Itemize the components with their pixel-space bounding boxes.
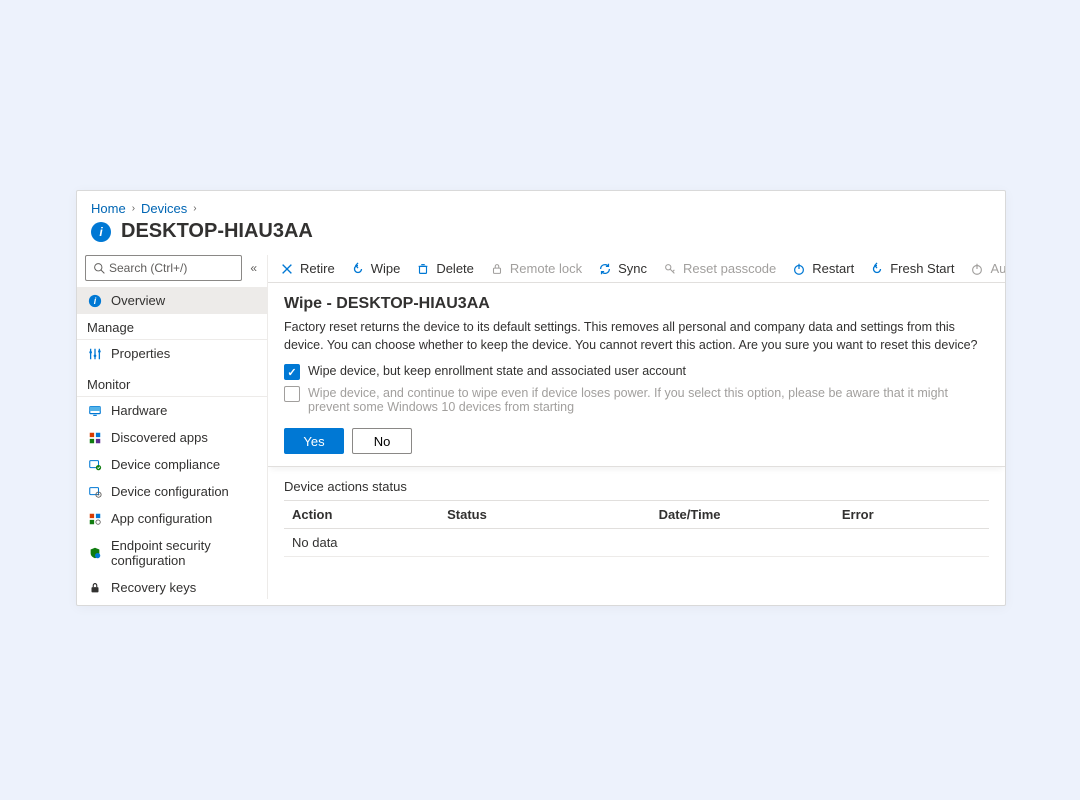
col-error[interactable]: Error [834, 501, 989, 529]
restart-button[interactable]: Restart [792, 261, 854, 276]
page-title: DESKTOP-HIAU3AA [121, 220, 313, 243]
app-config-icon [87, 511, 102, 526]
chevron-right-icon: › [132, 203, 135, 214]
info-icon: i [91, 222, 111, 242]
device-blade: Home › Devices › i DESKTOP-HIAU3AA « i [76, 190, 1006, 606]
compliance-icon [87, 457, 102, 472]
device-config-icon [87, 484, 102, 499]
dialog-title: Wipe - DESKTOP-HIAU3AA [284, 295, 989, 313]
refresh-icon [870, 262, 884, 276]
sidebar-item-label: Recovery keys [111, 580, 196, 595]
fresh-start-button[interactable]: Fresh Start [870, 261, 954, 276]
trash-icon [416, 262, 430, 276]
x-icon [280, 262, 294, 276]
command-bar: Retire Wipe Delete Remote lock Sync [268, 255, 1005, 283]
sidebar-item-label: Hardware [111, 403, 167, 418]
sidebar-item-label: Overview [111, 293, 165, 308]
checkbox-icon[interactable] [284, 364, 300, 380]
breadcrumb-devices[interactable]: Devices [141, 201, 187, 216]
sync-icon [598, 262, 612, 276]
undo-icon [351, 262, 365, 276]
checkbox-icon [284, 386, 300, 402]
search-input[interactable] [107, 260, 235, 276]
sidebar-item-hardware[interactable]: Hardware [77, 397, 267, 424]
no-data-cell: No data [284, 529, 989, 557]
autopilot-reset-button: Autopilot Reset [970, 261, 1005, 276]
no-button[interactable]: No [352, 428, 412, 454]
wipe-keep-enrollment-option[interactable]: Wipe device, but keep enrollment state a… [284, 364, 989, 380]
search-input-wrapper[interactable] [85, 255, 242, 281]
sidebar-item-label: Discovered apps [111, 430, 208, 445]
sidebar-item-label: Properties [111, 346, 170, 361]
delete-button[interactable]: Delete [416, 261, 474, 276]
breadcrumb: Home › Devices › [77, 191, 1005, 220]
sliders-icon [87, 346, 102, 361]
table-title: Device actions status [284, 479, 989, 494]
sidebar-item-endpoint-security[interactable]: Endpoint security configuration [77, 532, 267, 574]
remote-lock-button: Remote lock [490, 261, 582, 276]
wipe-button[interactable]: Wipe [351, 261, 401, 276]
power-icon [970, 262, 984, 276]
sidebar-section-monitor: Monitor [77, 371, 267, 397]
page-title-row: i DESKTOP-HIAU3AA [77, 220, 1005, 255]
checkbox-label: Wipe device, and continue to wipe even i… [308, 386, 989, 414]
sidebar-item-label: Endpoint security configuration [111, 538, 257, 568]
wipe-continue-on-power-loss-option: Wipe device, and continue to wipe even i… [284, 386, 989, 414]
sidebar-item-discovered-apps[interactable]: Discovered apps [77, 424, 267, 451]
sidebar-item-label: Device compliance [111, 457, 220, 472]
sidebar-item-overview[interactable]: i Overview [77, 287, 267, 314]
key-icon [663, 262, 677, 276]
sidebar-item-label: Device configuration [111, 484, 229, 499]
reset-passcode-button: Reset passcode [663, 261, 776, 276]
yes-button[interactable]: Yes [284, 428, 344, 454]
apps-icon [87, 430, 102, 445]
shield-icon [87, 546, 102, 561]
sidebar-item-app-configuration[interactable]: App configuration [77, 505, 267, 532]
status-table: Action Status Date/Time Error No data [284, 500, 989, 557]
table-header-row: Action Status Date/Time Error [284, 501, 989, 529]
checkbox-label: Wipe device, but keep enrollment state a… [308, 364, 686, 378]
col-status[interactable]: Status [439, 501, 651, 529]
breadcrumb-home[interactable]: Home [91, 201, 126, 216]
search-icon [92, 261, 107, 276]
lock-icon [490, 262, 504, 276]
info-circle-icon: i [87, 293, 102, 308]
wipe-dialog: Wipe - DESKTOP-HIAU3AA Factory reset ret… [268, 283, 1005, 467]
col-action[interactable]: Action [284, 501, 439, 529]
sidebar-item-device-compliance[interactable]: Device compliance [77, 451, 267, 478]
sidebar-item-label: App configuration [111, 511, 212, 526]
sidebar-item-properties[interactable]: Properties [77, 340, 267, 367]
main-pane: Retire Wipe Delete Remote lock Sync [267, 255, 1005, 599]
sidebar-item-device-configuration[interactable]: Device configuration [77, 478, 267, 505]
sync-button[interactable]: Sync [598, 261, 647, 276]
col-datetime[interactable]: Date/Time [651, 501, 834, 529]
monitor-icon [87, 403, 102, 418]
sidebar-item-user-experience[interactable]: User experience [77, 601, 267, 606]
device-actions-status: Device actions status Action Status Date… [268, 467, 1005, 567]
chevron-right-icon: › [193, 203, 196, 214]
power-icon [792, 262, 806, 276]
table-row: No data [284, 529, 989, 557]
sidebar-section-manage: Manage [77, 314, 267, 340]
sidebar-item-recovery-keys[interactable]: Recovery keys [77, 574, 267, 601]
retire-button[interactable]: Retire [280, 261, 335, 276]
dialog-body: Factory reset returns the device to its … [284, 319, 989, 354]
sidebar-collapse-button[interactable]: « [248, 259, 259, 277]
lock-icon [87, 580, 102, 595]
sidebar: « i Overview Manage Properties Monitor [77, 255, 267, 599]
